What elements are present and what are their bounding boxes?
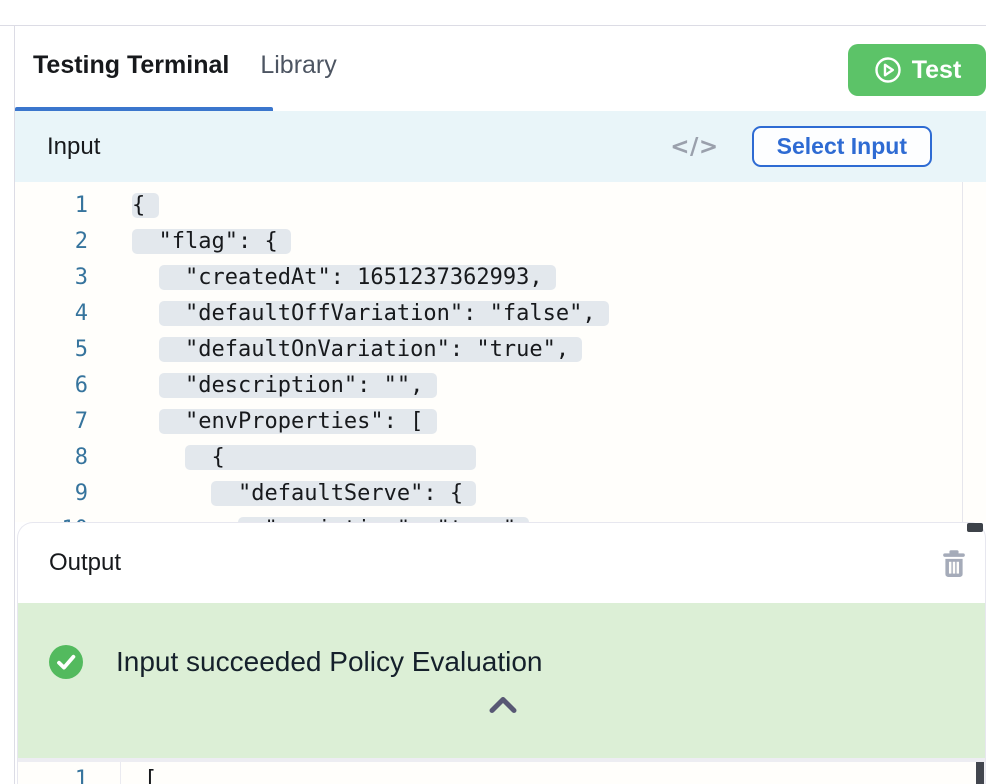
line-number: 4: [15, 296, 88, 332]
test-button-label: Test: [912, 56, 962, 85]
input-scrollbar-thumb[interactable]: [967, 523, 983, 532]
line-number: 9: [15, 476, 88, 512]
code-text: [: [121, 762, 157, 784]
select-input-button[interactable]: Select Input: [752, 126, 932, 167]
success-banner-row: Input succeeded Policy Evaluation: [18, 603, 986, 679]
input-scrollbar-track: [962, 182, 963, 522]
code-text: "description": "",: [88, 368, 437, 404]
output-panel-header: Output: [18, 523, 985, 602]
output-panel: Output: [17, 522, 986, 784]
testing-terminal-page: Testing Terminal Library Test Input </> …: [0, 0, 986, 784]
code-text: "defaultOnVariation": "true",: [88, 332, 582, 368]
tab-bar: Testing Terminal Library: [33, 50, 337, 80]
code-line-3[interactable]: 3 "createdAt": 1651237362993,: [15, 260, 986, 296]
play-circle-icon: [873, 55, 903, 85]
input-panel-header: Input </> Select Input: [15, 111, 986, 182]
output-scrollbar-thumb[interactable]: [976, 762, 984, 784]
code-text: "envProperties": [: [88, 404, 437, 440]
tab-library[interactable]: Library: [260, 50, 336, 80]
code-line-4[interactable]: 4 "defaultOffVariation": "false",: [15, 296, 986, 332]
input-code-editor[interactable]: 1{ 2 "flag": { 3 "createdAt": 1651237362…: [15, 182, 986, 522]
line-number: 10: [15, 512, 88, 522]
code-text: "createdAt": 1651237362993,: [88, 260, 556, 296]
input-panel-title: Input: [47, 133, 100, 161]
success-message: Input succeeded Policy Evaluation: [116, 646, 543, 678]
chevron-up-icon[interactable]: [486, 693, 520, 717]
output-panel-title: Output: [49, 549, 121, 577]
code-line-6[interactable]: 6 "description": "",: [15, 368, 986, 404]
code-text: "defaultServe": {: [88, 476, 476, 512]
code-line-10[interactable]: 10 "variation": "true": [15, 512, 986, 522]
success-banner: Input succeeded Policy Evaluation: [18, 603, 986, 758]
line-number: 2: [15, 224, 88, 260]
line-number: 6: [15, 368, 88, 404]
output-code-viewer[interactable]: 1[: [18, 762, 986, 784]
code-line-8[interactable]: 8 {: [15, 440, 986, 476]
line-number: 7: [15, 404, 88, 440]
code-line-9[interactable]: 9 "defaultServe": {: [15, 476, 986, 512]
tab-testing-terminal[interactable]: Testing Terminal: [33, 50, 229, 80]
trash-icon: [939, 547, 969, 579]
line-number: 3: [15, 260, 88, 296]
code-text: {: [88, 440, 476, 476]
line-number: 5: [15, 332, 88, 368]
code-text: "flag": {: [88, 224, 291, 260]
select-input-label: Select Input: [777, 133, 907, 160]
code-text: "variation": "true": [88, 512, 529, 522]
code-text: {: [88, 188, 159, 224]
code-text: "defaultOffVariation": "false",: [88, 296, 609, 332]
test-button[interactable]: Test: [848, 44, 986, 96]
clear-output-button[interactable]: [935, 543, 973, 583]
code-line-5[interactable]: 5 "defaultOnVariation": "true",: [15, 332, 986, 368]
check-circle-icon: [49, 645, 83, 679]
top-divider: [0, 25, 986, 26]
code-line-1[interactable]: 1[: [18, 762, 986, 784]
code-line-7[interactable]: 7 "envProperties": [: [15, 404, 986, 440]
code-slash-icon[interactable]: </>: [670, 134, 718, 160]
line-number: 8: [15, 440, 88, 476]
line-number: 1: [18, 762, 121, 784]
code-line-2[interactable]: 2 "flag": {: [15, 224, 986, 260]
line-number: 1: [15, 188, 88, 224]
code-line-1[interactable]: 1{: [15, 188, 986, 224]
